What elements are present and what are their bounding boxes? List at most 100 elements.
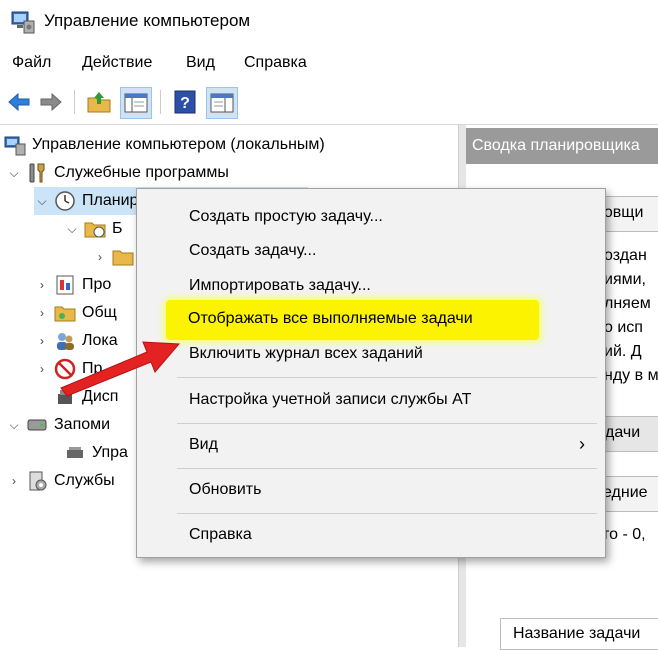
menu-item-label: Создать задачу...: [189, 242, 317, 259]
chevron-right-icon[interactable]: ›: [6, 474, 22, 488]
help-icon: ?: [174, 90, 196, 114]
toolbar-separator: [160, 90, 161, 114]
summary-line: ий. Д: [604, 343, 642, 360]
storage-icon: [27, 419, 47, 431]
tree-label: Службы: [54, 472, 115, 489]
menu-item-label: Импортировать задачу...: [189, 277, 371, 294]
folder-clock-icon: [84, 222, 106, 238]
tree-item-root[interactable]: Управление компьютером (локальным): [4, 131, 325, 159]
summary-line: о исп: [604, 319, 643, 336]
menu-item-label: Включить журнал всех заданий: [189, 345, 423, 362]
tree-item-shared-folders[interactable]: › Общ: [34, 299, 117, 327]
menu-item-import-task[interactable]: Импортировать задачу...: [137, 272, 605, 302]
menu-item-help[interactable]: Справка: [137, 521, 605, 551]
menu-file[interactable]: Файл: [12, 54, 51, 72]
tree-item-subfolder[interactable]: ›: [92, 243, 140, 271]
chevron-right-icon[interactable]: ›: [34, 278, 50, 292]
tree-item-disk-management[interactable]: Упра: [60, 439, 128, 467]
menu-item-label: Обновить: [189, 481, 262, 498]
chevron-down-icon[interactable]: ⌵: [64, 222, 80, 237]
toolbar-separator: [74, 90, 75, 114]
menu-help[interactable]: Справка: [244, 54, 307, 72]
menu-item-create-basic-task[interactable]: Создать простую задачу...: [137, 203, 605, 233]
window-title: Управление компьютером: [44, 11, 251, 30]
menu-item-label: Справка: [189, 526, 252, 543]
menu-item-create-task[interactable]: Создать задачу...: [137, 237, 605, 267]
context-menu: Создать простую задачу... Создать задачу…: [136, 188, 606, 558]
menu-view[interactable]: Вид: [186, 54, 215, 72]
menu-separator: [177, 377, 597, 378]
computer-management-icon: [4, 136, 26, 156]
menu-item-label: Вид: [189, 436, 218, 453]
menu-item-view[interactable]: Вид ›: [137, 431, 605, 461]
red-arrow-icon: [60, 341, 181, 397]
up-folder-icon: [87, 92, 111, 113]
folder-icon: [112, 250, 134, 266]
submenu-arrow-icon: ›: [579, 434, 585, 454]
menu-item-enable-history[interactable]: Включить журнал всех заданий: [137, 340, 605, 370]
tree-item-storage[interactable]: ⌵ Запоми: [6, 411, 110, 439]
tree-item-library[interactable]: ⌵ Б: [64, 215, 123, 243]
back-arrow-icon: [8, 92, 30, 112]
tree-item-system-tools[interactable]: ⌵ Служебные программы: [6, 159, 229, 187]
menu-action[interactable]: Действие: [82, 54, 152, 72]
menu-item-label: Отображать все выполняемые задачи: [188, 310, 473, 327]
shared-folder-icon: [54, 306, 76, 322]
details-header: Сводка планировщика: [466, 128, 658, 164]
services-icon: [29, 471, 47, 491]
chevron-down-icon[interactable]: ⌵: [34, 194, 50, 209]
chevron-right-icon[interactable]: ›: [34, 306, 50, 320]
action-pane-button[interactable]: [206, 87, 238, 119]
up-level-button[interactable]: [84, 87, 114, 117]
column-title: Название задачи: [513, 625, 641, 642]
disk-management-icon: [67, 447, 83, 458]
tree-label: Упра: [92, 444, 128, 461]
tree-item-services[interactable]: › Службы: [6, 467, 115, 495]
summary-text: оздан иями, лняем о исп ий. Д нду в м: [604, 244, 658, 388]
title-bar: Управление компьютером: [0, 0, 658, 44]
show-hide-tree-button[interactable]: [120, 87, 152, 119]
forward-button[interactable]: [36, 87, 66, 117]
back-button[interactable]: [4, 87, 34, 117]
menu-item-refresh[interactable]: Обновить: [137, 476, 605, 506]
svg-text:?: ?: [180, 95, 190, 112]
summary-line: оздан: [604, 247, 647, 264]
recent-section-title: едние: [603, 484, 648, 501]
tree-label: Управление компьютером (локальным): [32, 136, 325, 153]
details-header-title: Сводка планировщика: [472, 137, 640, 154]
tools-icon: [29, 163, 45, 183]
chevron-right-icon[interactable]: ›: [92, 250, 108, 264]
menu-item-label: Создать простую задачу...: [189, 208, 383, 225]
menu-item-show-running-tasks[interactable]: Отображать все выполняемые задачи: [166, 300, 539, 340]
summary-line: лняем: [604, 295, 651, 312]
tasks-tab-label: дачи: [605, 424, 641, 441]
show-hide-tree-icon: [124, 93, 148, 113]
clock-icon: [55, 191, 75, 211]
tree-label: Про: [82, 276, 112, 293]
computer-management-icon: [11, 11, 35, 34]
tree-label: Общ: [82, 304, 117, 321]
tree-label: Б: [112, 220, 123, 237]
menu-separator: [177, 513, 597, 514]
chevron-right-icon[interactable]: ›: [34, 334, 50, 348]
summary-line: нду в м: [604, 367, 658, 384]
tree-label: Запоми: [54, 416, 111, 433]
task-name-column-header[interactable]: Название задачи: [500, 618, 658, 650]
menu-item-label: Настройка учетной записи службы AT: [189, 391, 472, 408]
menu-separator: [177, 423, 597, 424]
forward-arrow-icon: [40, 92, 62, 112]
period-text: то - 0,: [602, 526, 646, 543]
menu-bar: Файл Действие Вид Справка: [0, 44, 658, 82]
chevron-down-icon[interactable]: ⌵: [6, 166, 22, 181]
event-viewer-icon: [56, 275, 74, 295]
toolbar: ?: [0, 82, 658, 125]
chevron-right-icon[interactable]: ›: [34, 362, 50, 376]
action-pane-icon: [210, 93, 234, 113]
chevron-down-icon[interactable]: ⌵: [6, 418, 22, 433]
summary-line: иями,: [604, 271, 646, 288]
help-button[interactable]: ?: [170, 87, 200, 117]
menu-item-at-service-account[interactable]: Настройка учетной записи службы AT: [137, 386, 605, 416]
tree-item-event-viewer[interactable]: › Про: [34, 271, 111, 299]
menu-separator: [177, 468, 597, 469]
tree-label: Служебные программы: [54, 164, 229, 181]
